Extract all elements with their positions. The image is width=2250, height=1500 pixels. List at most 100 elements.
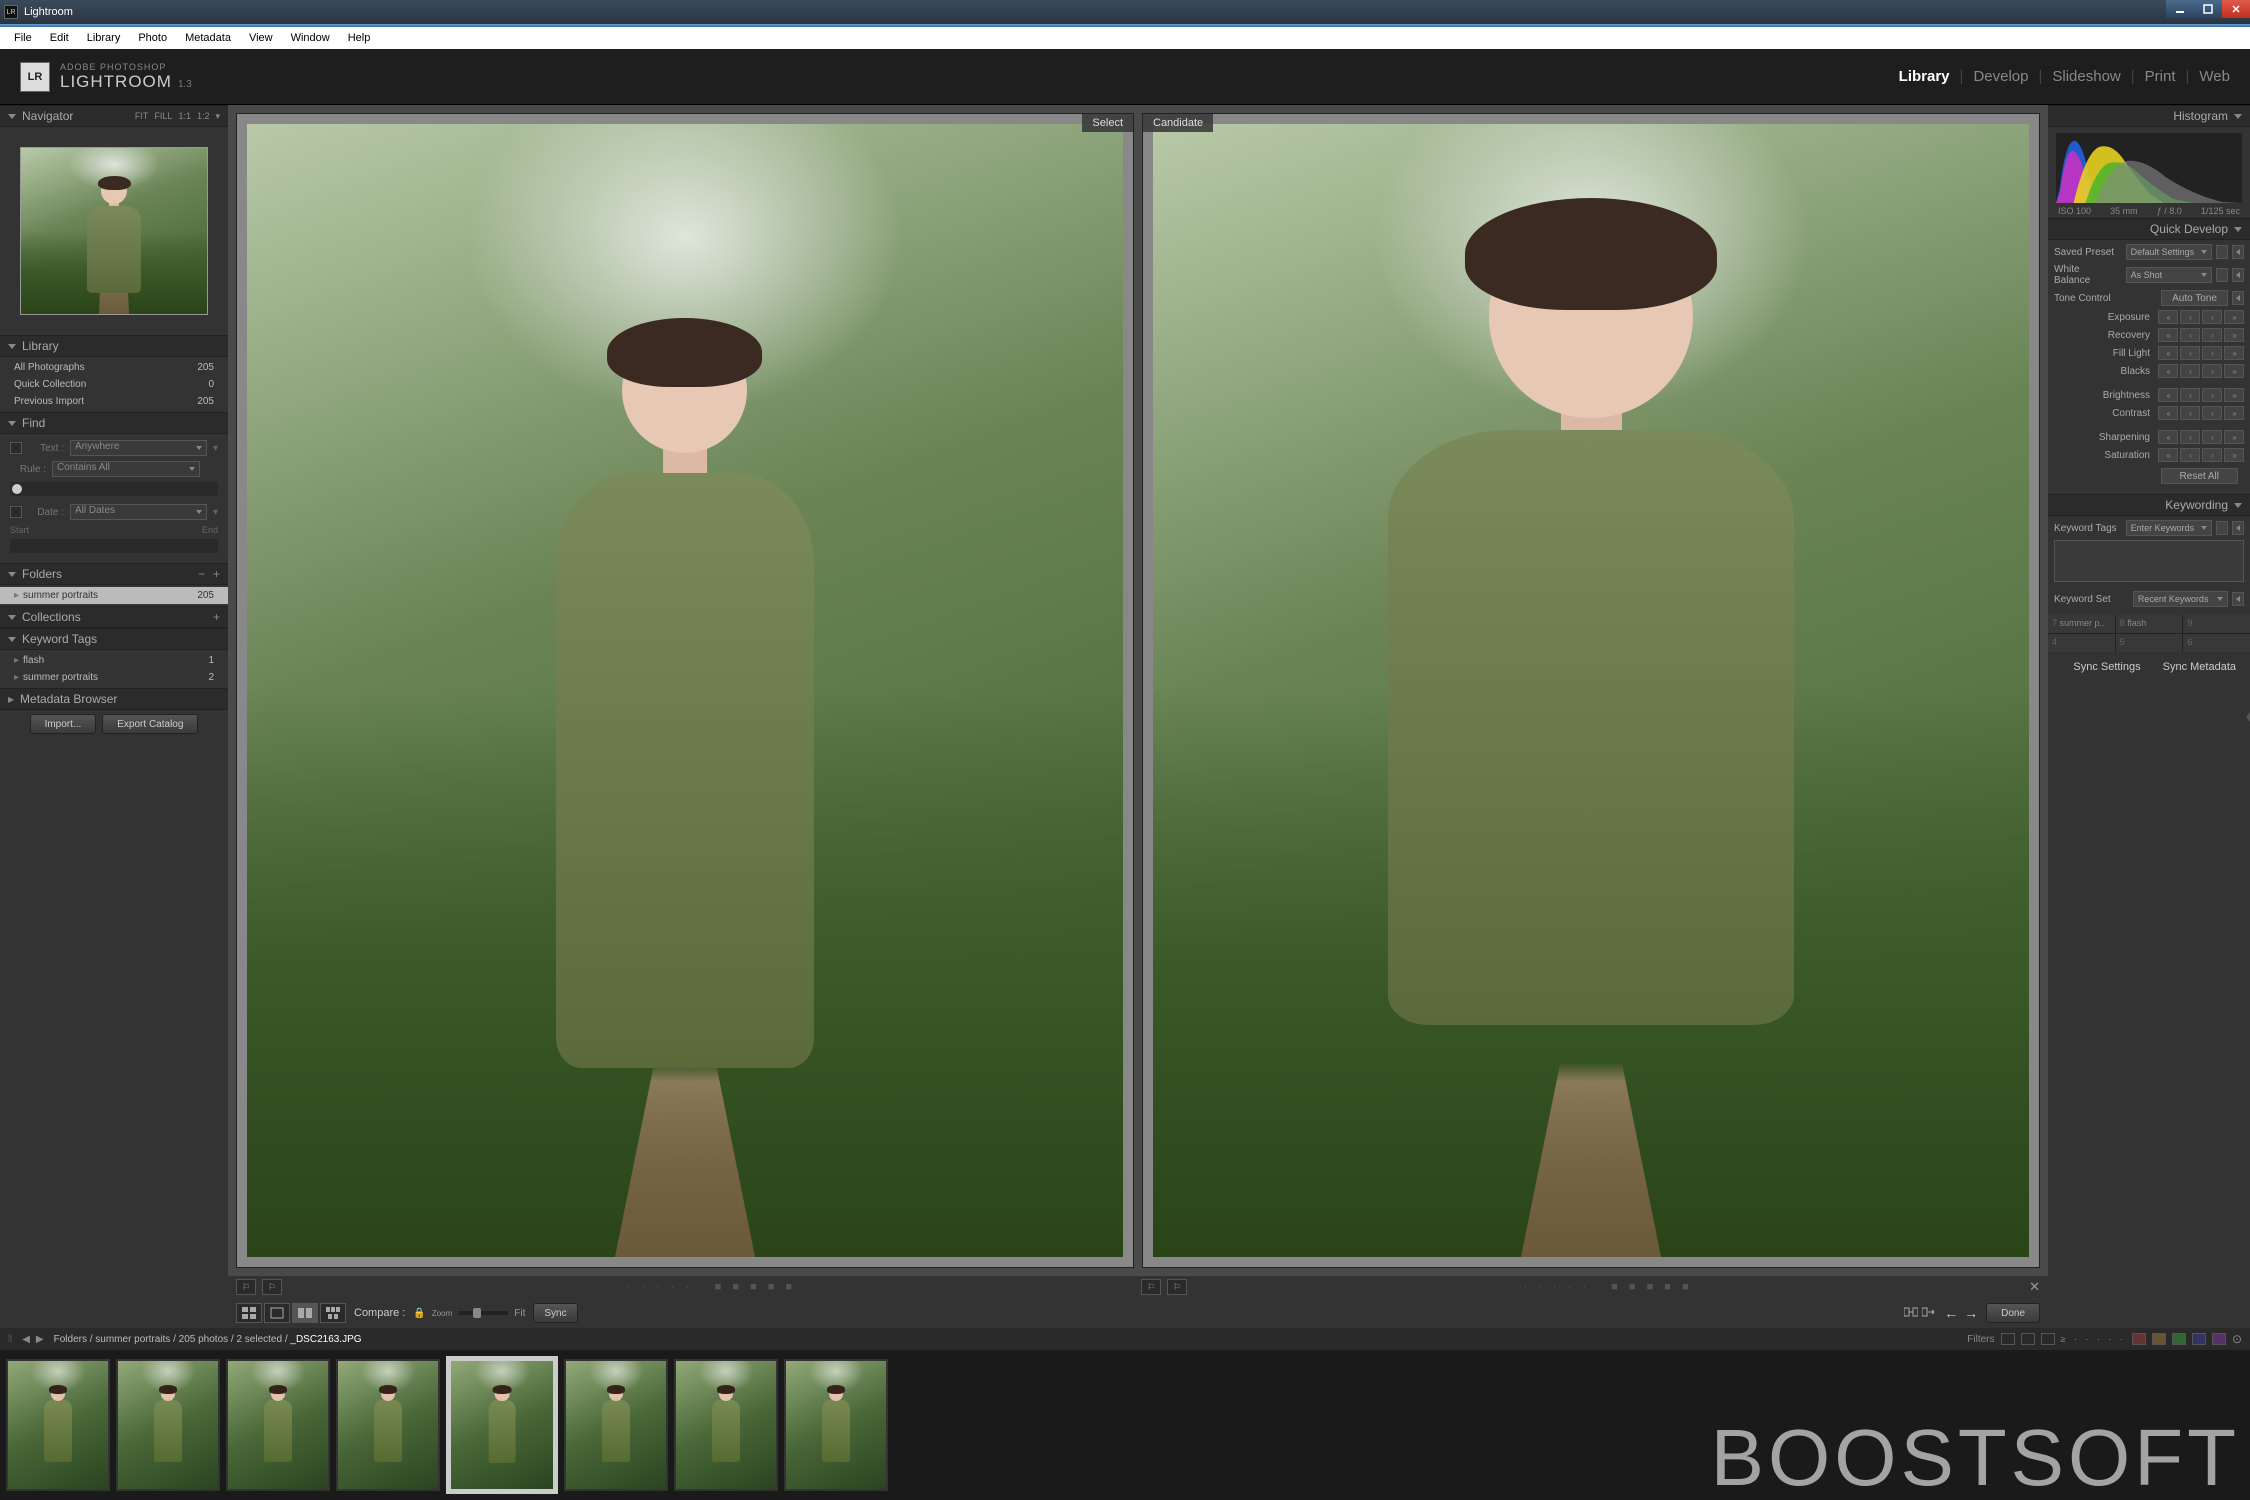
view-compare[interactable] [292, 1303, 318, 1323]
qd-recovery-step-1[interactable]: ‹ [2180, 328, 2200, 342]
qd-tone-arrow[interactable] [2232, 291, 2244, 305]
qd-sharpening-step-3[interactable]: ›› [2224, 430, 2244, 444]
filmstrip-item[interactable] [226, 1359, 330, 1491]
filter-flag-2[interactable] [2021, 1333, 2035, 1345]
select-rating-dots[interactable]: · · · · · ■ ■ ■ ■ ■ [288, 1281, 1135, 1293]
find-date-slider[interactable] [10, 539, 218, 553]
view-grid[interactable] [236, 1303, 262, 1323]
qd-contrast-step-2[interactable]: › [2202, 406, 2222, 420]
keyword-item[interactable]: ▸flash1 [0, 652, 228, 669]
candidate-flag-reject[interactable]: ⚐ [1167, 1279, 1187, 1295]
qd-recovery-step-2[interactable]: › [2202, 328, 2222, 342]
filmstrip-item[interactable] [784, 1359, 888, 1491]
navigator-header[interactable]: Navigator FITFILL1:11:2▾ [0, 105, 228, 127]
kw-tags-arrow[interactable] [2232, 521, 2244, 535]
select-pane[interactable]: Select [236, 113, 1134, 1268]
bc-back[interactable]: ◀ [22, 1334, 30, 1345]
qd-wb-arrow[interactable] [2232, 268, 2244, 282]
filter-rating[interactable]: ≥ · · · · · [2061, 1334, 2126, 1344]
breadcrumb-path[interactable]: Folders / summer portraits / 205 photos … [54, 1334, 291, 1345]
qd-preset-arrow[interactable] [2232, 245, 2244, 259]
menu-view[interactable]: View [241, 30, 281, 46]
qd-fill-light-step-3[interactable]: ›› [2224, 346, 2244, 360]
import-button[interactable]: Import... [30, 714, 97, 734]
kw-tags-input[interactable] [2054, 540, 2244, 582]
qd-brightness-step-2[interactable]: › [2202, 388, 2222, 402]
qd-reset-button[interactable]: Reset All [2161, 468, 2238, 484]
qd-contrast-step-3[interactable]: ›› [2224, 406, 2244, 420]
filmstrip[interactable]: BOOSTSOFT [0, 1350, 2250, 1500]
kw-set-select[interactable]: Recent Keywords [2133, 591, 2228, 607]
menu-edit[interactable]: Edit [42, 30, 77, 46]
histogram-header[interactable]: Histogram [2048, 105, 2250, 127]
keyword-item[interactable]: ▸summer portraits2 [0, 669, 228, 686]
filter-blue[interactable] [2192, 1333, 2206, 1345]
qd-fill-light-step-0[interactable]: ‹‹ [2158, 346, 2178, 360]
filmstrip-item[interactable] [116, 1359, 220, 1491]
qd-brightness-step-0[interactable]: ‹‹ [2158, 388, 2178, 402]
menu-photo[interactable]: Photo [130, 30, 175, 46]
maximize-button[interactable] [2194, 0, 2222, 18]
qd-recovery-step-0[interactable]: ‹‹ [2158, 328, 2178, 342]
menu-file[interactable]: File [6, 30, 40, 46]
select-flag-reject[interactable]: ⚐ [262, 1279, 282, 1295]
qd-exposure-step-0[interactable]: ‹‹ [2158, 310, 2178, 324]
right-panel-collapse[interactable] [2246, 709, 2250, 725]
menu-help[interactable]: Help [340, 30, 379, 46]
qd-saturation-step-2[interactable]: › [2202, 448, 2222, 462]
filter-green[interactable] [2172, 1333, 2186, 1345]
sync-metadata-button[interactable]: Sync Metadata [2155, 661, 2244, 673]
folder-item[interactable]: ▸summer portraits205 [0, 587, 228, 604]
view-loupe[interactable] [264, 1303, 290, 1323]
folders-plus[interactable]: + [213, 567, 220, 581]
export-catalog-button[interactable]: Export Catalog [102, 714, 198, 734]
nav-zoom-fill[interactable]: FILL [154, 111, 172, 121]
filter-flag-1[interactable] [2001, 1333, 2015, 1345]
nav-zoom-1-2[interactable]: 1:2 [197, 111, 210, 121]
bc-fwd[interactable]: ▶ [36, 1334, 44, 1345]
qd-recovery-step-3[interactable]: ›› [2224, 328, 2244, 342]
find-date-expand[interactable]: ▾ [213, 507, 218, 518]
qd-blacks-step-0[interactable]: ‹‹ [2158, 364, 2178, 378]
filter-yellow[interactable] [2152, 1333, 2166, 1345]
qd-saturation-step-0[interactable]: ‹‹ [2158, 448, 2178, 462]
nav-zoom-more[interactable]: ▾ [215, 111, 220, 122]
candidate-pane[interactable]: Candidate [1142, 113, 2040, 1268]
library-item[interactable]: Previous Import205 [0, 393, 228, 410]
library-header[interactable]: Library [0, 335, 228, 357]
find-search-slider[interactable] [10, 482, 218, 496]
sync-settings-button[interactable]: Sync Settings [2065, 661, 2148, 673]
qd-preset-select[interactable]: Default Settings [2126, 244, 2212, 260]
make-select-button[interactable] [1922, 1306, 1936, 1321]
qd-contrast-step-0[interactable]: ‹‹ [2158, 406, 2178, 420]
qd-sharpening-step-2[interactable]: › [2202, 430, 2222, 444]
folders-minus[interactable]: − [198, 567, 205, 581]
kw-cell[interactable]: 5 [2116, 634, 2183, 652]
keywording-header[interactable]: Keywording [2048, 494, 2250, 516]
library-item[interactable]: All Photographs205 [0, 359, 228, 376]
module-slideshow[interactable]: Slideshow [2052, 68, 2120, 85]
kw-tags-select[interactable]: Enter Keywords [2126, 520, 2212, 536]
qd-blacks-step-1[interactable]: ‹ [2180, 364, 2200, 378]
filmstrip-item[interactable] [564, 1359, 668, 1491]
qd-wb-select[interactable]: As Shot [2126, 267, 2212, 283]
module-library[interactable]: Library [1899, 68, 1950, 85]
collections-header[interactable]: Collections+ [0, 606, 228, 628]
filmstrip-item[interactable] [336, 1359, 440, 1491]
nav-zoom-fit[interactable]: FIT [135, 111, 149, 121]
filmstrip-item[interactable] [446, 1356, 558, 1494]
grip-icon[interactable]: ⫴ [8, 1334, 12, 1345]
module-print[interactable]: Print [2145, 68, 2176, 85]
kw-set-arrow[interactable] [2232, 592, 2244, 606]
filter-flag-3[interactable] [2041, 1333, 2055, 1345]
qd-preset-popup[interactable] [2216, 245, 2228, 259]
find-text-select[interactable]: Anywhere [70, 440, 207, 456]
find-header[interactable]: Find [0, 412, 228, 434]
qd-exposure-step-2[interactable]: › [2202, 310, 2222, 324]
qd-fill-light-step-1[interactable]: ‹ [2180, 346, 2200, 360]
qd-fill-light-step-2[interactable]: › [2202, 346, 2222, 360]
next-button[interactable]: → [1964, 1305, 1978, 1321]
qd-contrast-step-1[interactable]: ‹ [2180, 406, 2200, 420]
minimize-button[interactable] [2166, 0, 2194, 18]
nav-zoom-1-1[interactable]: 1:1 [178, 111, 191, 121]
